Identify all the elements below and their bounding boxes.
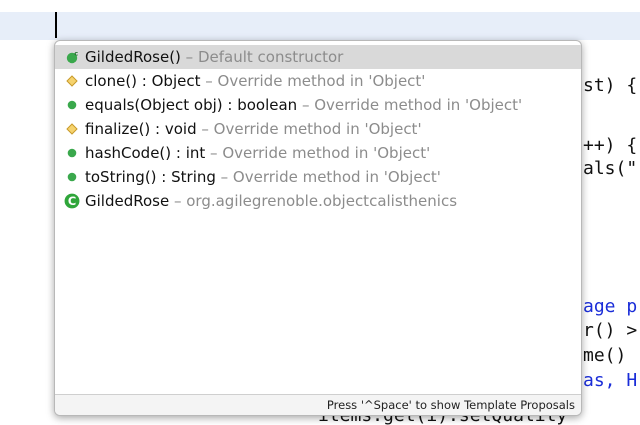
code-fragment[interactable]: as, H <box>583 370 637 391</box>
public-method-icon <box>67 148 77 158</box>
proposal-description: – Override method in 'Object' <box>205 144 431 162</box>
text-caret <box>55 12 57 38</box>
constructor-icon: c <box>66 50 78 64</box>
proposal-signature: toString() : String <box>85 168 216 186</box>
proposal-default-constructor[interactable]: c GildedRose() – Default constructor <box>55 45 581 69</box>
code-fragment[interactable]: age p <box>583 296 637 317</box>
proposal-description: – Default constructor <box>180 48 344 66</box>
proposal-signature: clone() : Object <box>85 72 201 90</box>
protected-method-icon <box>66 75 78 87</box>
proposal-description: – Override method in 'Object' <box>297 96 523 114</box>
code-fragment[interactable]: ++) { <box>583 135 637 156</box>
proposal-tostring[interactable]: toString() : String – Override method in… <box>55 165 581 189</box>
class-icon: C <box>64 193 80 209</box>
proposal-finalize[interactable]: finalize() : void – Override method in '… <box>55 117 581 141</box>
code-fragment[interactable]: st) { <box>583 75 637 96</box>
code-fragment[interactable]: me() <box>583 345 626 366</box>
public-method-icon <box>67 100 77 110</box>
proposal-signature: hashCode() : int <box>85 144 206 162</box>
proposal-signature: GildedRose <box>85 192 170 210</box>
proposal-clone[interactable]: clone() : Object – Override method in 'O… <box>55 69 581 93</box>
proposal-description: – org.agilegrenoble.objectcalisthenics <box>169 192 458 210</box>
proposal-signature: finalize() : void <box>85 120 197 138</box>
template-proposals-hint: Press '^Space' to show Template Proposal… <box>55 394 581 415</box>
public-method-icon <box>67 172 77 182</box>
proposal-description: – Override method in 'Object' <box>200 72 426 90</box>
svg-text:c: c <box>74 50 78 57</box>
current-line-highlight <box>0 12 640 40</box>
protected-method-icon <box>66 123 78 135</box>
svg-text:C: C <box>68 194 76 208</box>
proposal-hashcode[interactable]: hashCode() : int – Override method in 'O… <box>55 141 581 165</box>
proposal-class-gildedrose[interactable]: C GildedRose – org.agilegrenoble.objectc… <box>55 189 581 213</box>
ide-editor-screen: st) { ++) { als(" age p r() > me() as, H… <box>0 0 640 425</box>
proposal-description: – Override method in 'Object' <box>215 168 441 186</box>
code-fragment[interactable]: als(" <box>583 158 637 179</box>
proposal-list: c GildedRose() – Default constructor clo… <box>55 45 581 213</box>
proposal-description: – Override method in 'Object' <box>196 120 422 138</box>
content-assist-popup: c GildedRose() – Default constructor clo… <box>54 40 582 416</box>
code-fragment[interactable]: r() > <box>583 320 637 341</box>
proposal-equals[interactable]: equals(Object obj) : boolean – Override … <box>55 93 581 117</box>
proposal-signature: GildedRose() <box>85 48 181 66</box>
proposal-signature: equals(Object obj) : boolean <box>85 96 298 114</box>
